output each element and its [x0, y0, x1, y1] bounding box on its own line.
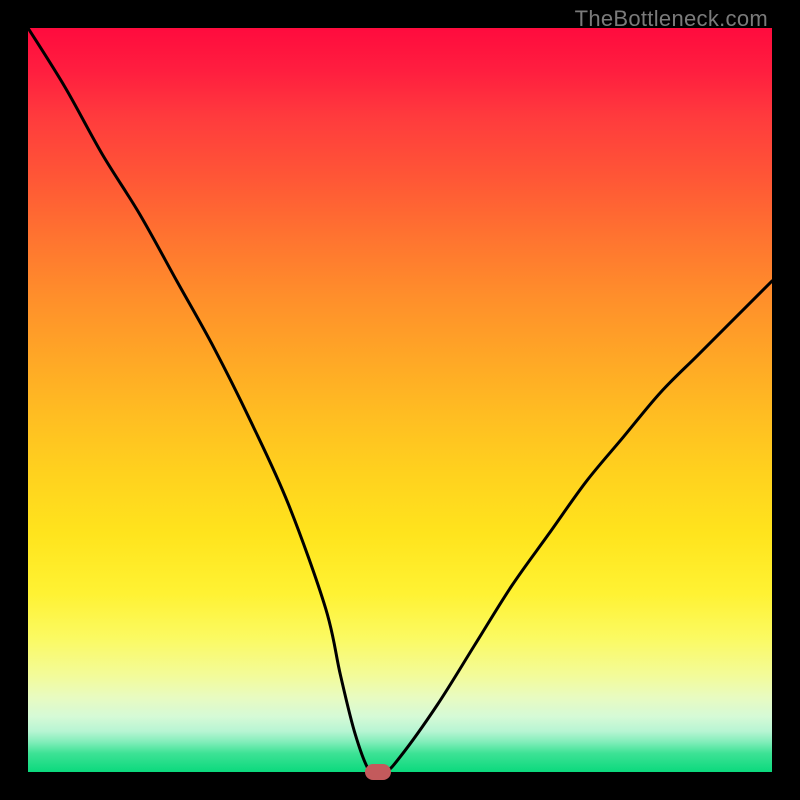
watermark-text: TheBottleneck.com [575, 6, 768, 32]
curve-path [28, 28, 772, 772]
bottleneck-curve [28, 28, 772, 772]
plot-area [28, 28, 772, 772]
optimal-point-marker [365, 764, 391, 780]
chart-frame: TheBottleneck.com [0, 0, 800, 800]
